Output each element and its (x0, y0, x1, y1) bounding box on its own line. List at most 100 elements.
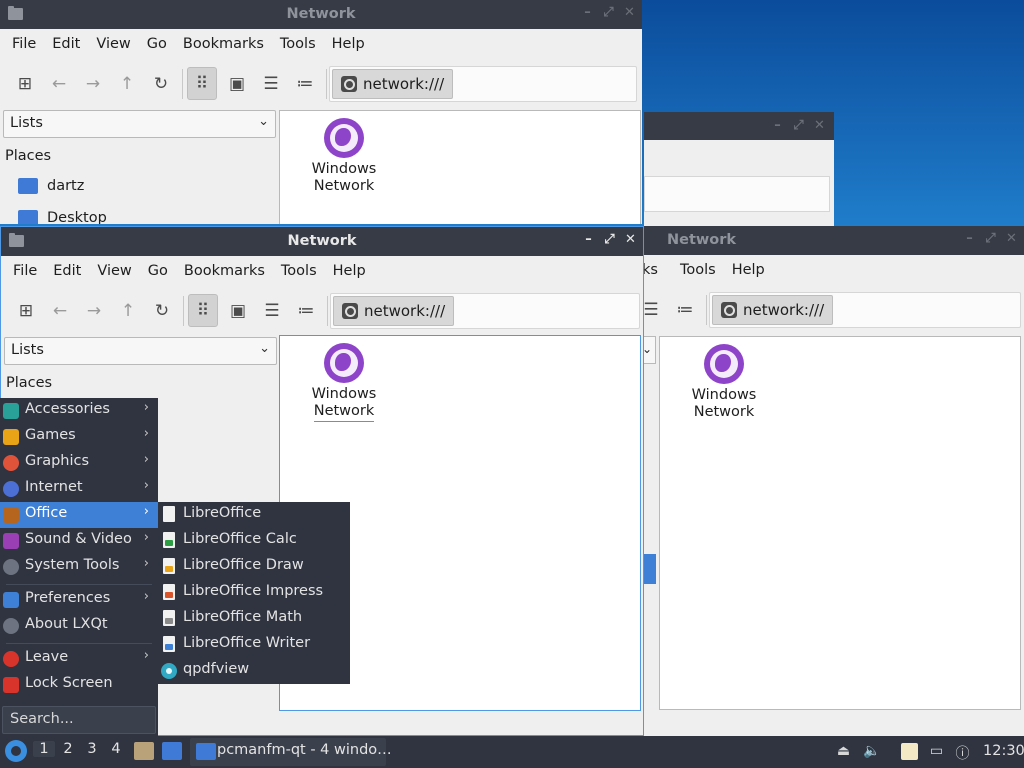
network-icon[interactable]: ▭ (928, 743, 945, 760)
submenu-item-libreoffice-draw[interactable]: LibreOffice Draw (158, 554, 350, 580)
scrollbar-handle[interactable] (644, 554, 656, 584)
maximize-icon[interactable]: ⤢ (792, 118, 805, 133)
workspace-1[interactable]: 1 (33, 741, 55, 757)
upload-icon[interactable]: ⏏ (835, 743, 852, 760)
background-window-titlebar[interactable]: – ⤢ ✕ (644, 112, 834, 140)
minimize-icon[interactable]: – (963, 231, 976, 246)
detailed-view-icon[interactable]: ≔ (290, 67, 320, 100)
up-arrow-icon[interactable]: ↑ (112, 67, 142, 100)
menu-tools[interactable]: Tools (272, 36, 324, 52)
menu-tools[interactable]: Tools (666, 262, 724, 278)
menu-item-accessories[interactable]: Accessories › (0, 398, 158, 424)
menu-item-office[interactable]: Office › (0, 502, 158, 528)
clipboard-icon[interactable] (901, 743, 918, 760)
titlebar[interactable]: Network – ⤢ ✕ (0, 0, 642, 29)
start-menu-button[interactable] (5, 740, 27, 762)
search-input[interactable]: Search... (2, 706, 156, 734)
maximize-icon[interactable]: ⤢ (984, 231, 997, 246)
menu-view[interactable]: View (88, 36, 138, 52)
menu-tools[interactable]: Tools (273, 263, 325, 279)
menu-file[interactable]: File (4, 36, 44, 52)
menu-view[interactable]: View (89, 263, 139, 279)
menu-item-lock-screen[interactable]: Lock Screen (0, 672, 158, 698)
file-view[interactable]: Windows Network (659, 336, 1021, 710)
volume-icon[interactable]: 🔈 (863, 743, 880, 760)
file-manager-launcher-icon[interactable] (134, 742, 154, 760)
taskbar-task-pcmanfm[interactable]: pcmanfm-qt - 4 windo… (190, 738, 392, 766)
file-item-windows-network[interactable]: Windows Network (682, 337, 766, 421)
back-arrow-icon[interactable]: ← (45, 294, 75, 327)
menu-item-graphics[interactable]: Graphics › (0, 450, 158, 476)
menu-item-sound-video[interactable]: Sound & Video › (0, 528, 158, 554)
compact-view-icon[interactable]: ☰ (642, 293, 666, 326)
submenu-item-libreoffice-writer[interactable]: LibreOffice Writer (158, 632, 350, 658)
titlebar[interactable]: Network – ⤢ ✕ (642, 226, 1024, 255)
new-tab-icon[interactable]: ⊞ (10, 67, 40, 100)
file-view[interactable]: Windows Network (279, 110, 641, 224)
reload-icon[interactable]: ↻ (147, 294, 177, 327)
minimize-icon[interactable]: – (771, 118, 784, 133)
close-icon[interactable]: ✕ (1005, 231, 1018, 246)
up-arrow-icon[interactable]: ↑ (113, 294, 143, 327)
path-button[interactable]: network:/// (712, 295, 834, 325)
menu-help[interactable]: Help (325, 263, 374, 279)
menu-item-system-tools[interactable]: System Tools › (0, 554, 158, 580)
submenu-item-libreoffice-calc[interactable]: LibreOffice Calc (158, 528, 350, 554)
titlebar[interactable]: Network – ⤢ ✕ (1, 227, 643, 256)
menu-bookmarks[interactable]: ks (642, 262, 666, 278)
menu-item-leave[interactable]: Leave › (0, 646, 158, 672)
path-button[interactable]: network:/// (333, 296, 455, 326)
submenu-item-libreoffice[interactable]: LibreOffice (158, 502, 350, 528)
menu-help[interactable]: Help (724, 262, 773, 278)
reload-icon[interactable]: ↻ (146, 67, 176, 100)
menu-go[interactable]: Go (140, 263, 176, 279)
back-arrow-icon[interactable]: ← (44, 67, 74, 100)
sidebar-mode-select[interactable]: Lists ⌄ (4, 337, 277, 365)
workspace-2[interactable]: 2 (57, 741, 79, 757)
icon-view-icon[interactable]: ⠿ (187, 67, 217, 100)
path-bar[interactable]: network:/// (709, 292, 1021, 328)
menu-item-internet[interactable]: Internet › (0, 476, 158, 502)
file-item-windows-network[interactable]: Windows Network (302, 336, 386, 422)
detailed-view-icon[interactable]: ≔ (670, 293, 700, 326)
forward-arrow-icon[interactable]: → (79, 294, 109, 327)
new-tab-icon[interactable]: ⊞ (11, 294, 41, 327)
close-icon[interactable]: ✕ (623, 5, 636, 20)
minimize-icon[interactable]: – (582, 232, 595, 247)
clock[interactable]: 12:30 (983, 743, 1024, 759)
menu-bookmarks[interactable]: Bookmarks (176, 263, 273, 279)
path-bar[interactable]: network:/// (329, 66, 637, 102)
path-bar[interactable]: network:/// (330, 293, 640, 329)
submenu-item-libreoffice-math[interactable]: LibreOffice Math (158, 606, 350, 632)
forward-arrow-icon[interactable]: → (78, 67, 108, 100)
detailed-view-icon[interactable]: ≔ (291, 294, 321, 327)
workspace-3[interactable]: 3 (81, 741, 103, 757)
close-icon[interactable]: ✕ (813, 118, 826, 133)
menu-go[interactable]: Go (139, 36, 175, 52)
minimize-icon[interactable]: – (581, 5, 594, 20)
menu-item-preferences[interactable]: Preferences › (0, 587, 158, 613)
menu-item-about-lxqt[interactable]: About LXQt (0, 613, 158, 639)
compact-view-icon[interactable]: ☰ (257, 294, 287, 327)
maximize-icon[interactable]: ⤢ (602, 5, 615, 20)
submenu-item-qpdfview[interactable]: qpdfview (158, 658, 350, 684)
thumbnail-view-icon[interactable]: ▣ (222, 67, 252, 100)
close-icon[interactable]: ✕ (624, 232, 637, 247)
show-desktop-icon[interactable] (162, 742, 182, 760)
menu-item-games[interactable]: Games › (0, 424, 158, 450)
icon-view-icon[interactable]: ⠿ (188, 294, 218, 327)
menu-help[interactable]: Help (324, 36, 373, 52)
notification-icon[interactable]: ⓘ (954, 743, 971, 762)
submenu-item-libreoffice-impress[interactable]: LibreOffice Impress (158, 580, 350, 606)
menu-edit[interactable]: Edit (44, 36, 88, 52)
thumbnail-view-icon[interactable]: ▣ (223, 294, 253, 327)
file-item-windows-network[interactable]: Windows Network (302, 111, 386, 195)
workspace-4[interactable]: 4 (105, 741, 127, 757)
compact-view-icon[interactable]: ☰ (256, 67, 286, 100)
sidebar-mode-select[interactable]: Lists ⌄ (3, 110, 276, 138)
menu-bookmarks[interactable]: Bookmarks (175, 36, 272, 52)
path-button[interactable]: network:/// (332, 69, 454, 99)
background-window-pathbar[interactable] (644, 176, 830, 212)
menu-file[interactable]: File (5, 263, 45, 279)
menu-edit[interactable]: Edit (45, 263, 89, 279)
